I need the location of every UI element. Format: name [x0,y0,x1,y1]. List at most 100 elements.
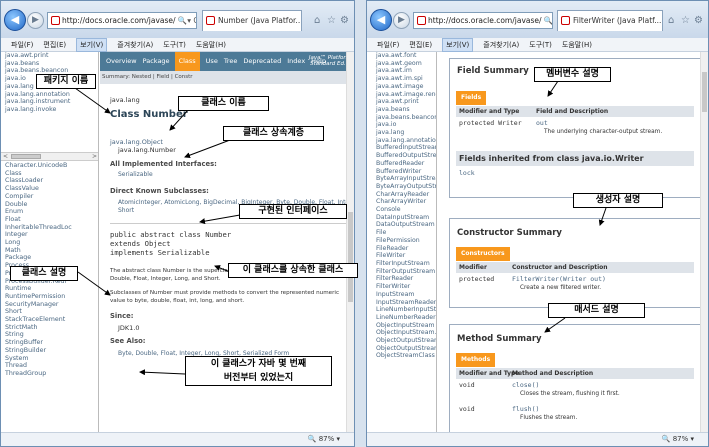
field-link[interactable]: out [536,119,548,127]
class-list-item[interactable]: FileReader [367,245,436,253]
class-list-item[interactable]: DataOutputStream [367,221,436,229]
class-list-item[interactable]: FileWriter [367,252,436,260]
class-list-item[interactable]: FilterInputStream [367,260,436,268]
class-list-item[interactable]: Math [1,247,98,255]
class-list-item[interactable]: java.awt.im [367,67,436,75]
settings-gear-icon[interactable]: ⚙ [340,15,349,26]
menu-item[interactable]: 보기(V) [76,38,108,52]
class-list-item[interactable]: SecurityManager [1,301,98,309]
all-interfaces-link[interactable]: Serializable [110,171,349,179]
menu-item[interactable]: 도구(T) [529,38,552,52]
class-list-item[interactable]: Short [1,308,98,316]
class-list-item[interactable]: ObjectStreamClass [367,352,436,360]
class-list-item[interactable]: BufferedOutputStrea [367,152,436,160]
javadoc-nav-link[interactable]: Use [206,52,218,71]
package-list-item[interactable]: java.lang.invoke [1,106,98,114]
class-list-item[interactable]: InheritableThreadLoc [1,224,98,232]
javadoc-nav-link[interactable]: Class [174,52,200,71]
class-list-item[interactable]: java.lang [367,129,436,137]
class-list-item[interactable]: ByteArrayInputStrea [367,175,436,183]
class-list-item[interactable]: Package [1,254,98,262]
class-list-item[interactable]: CharArrayReader [367,191,436,199]
javadoc-nav-link[interactable]: Deprecated [243,52,281,71]
class-list-item[interactable]: java.awt.geom [367,60,436,68]
back-button[interactable]: ◀ [4,9,26,31]
menu-item[interactable]: 도움말(H) [562,38,592,52]
forward-button[interactable]: ▶ [27,12,44,29]
home-icon[interactable]: ⌂ [314,15,320,26]
class-list-item[interactable]: ClassLoader [1,177,98,185]
class-list-item[interactable]: BufferedInputStream [367,144,436,152]
class-list-item[interactable]: ObjectInputStream.G [367,329,436,337]
class-list-item[interactable]: FilePermission [367,237,436,245]
class-list-item[interactable]: StringBuffer [1,339,98,347]
menu-item[interactable]: 편집(E) [409,38,432,52]
address-bar[interactable]: http://docs.oracle.com/javase/ 🔍▾ C [47,12,197,29]
method-link[interactable]: close() [512,381,539,389]
browser-tab[interactable]: Number (Java Platfor... [202,10,302,31]
class-list-item[interactable]: Double [1,201,98,209]
menu-item[interactable]: 파일(F) [11,38,33,52]
constructor-link[interactable]: FilterWriter(Writer out) [512,275,606,283]
class-list-item[interactable]: RuntimePermission [1,293,98,301]
class-list-item[interactable]: InputStreamReader [367,299,436,307]
package-list-item[interactable]: java.awt.print [1,52,98,60]
class-list-item[interactable]: System [1,355,98,363]
class-list-item[interactable]: Compiler [1,193,98,201]
back-button[interactable]: ◀ [370,9,392,31]
class-list-item[interactable]: Enum [1,208,98,216]
class-list-item[interactable]: java.beans.beancon [367,114,436,122]
class-list-item[interactable]: LineNumberInputStr [367,306,436,314]
horizontal-scrollbar[interactable]: < > [1,152,98,161]
class-list-item[interactable]: DataInputStream [367,214,436,222]
class-list-item[interactable]: String [1,331,98,339]
class-list-item[interactable]: Integer [1,231,98,239]
class-list-item[interactable]: ClassValue [1,185,98,193]
class-list-item[interactable]: File [367,229,436,237]
class-list-item[interactable]: Runtime [1,285,98,293]
menu-item[interactable]: 보기(V) [442,38,474,52]
forward-button[interactable]: ▶ [393,12,410,29]
menu-item[interactable]: 도움말(H) [196,38,226,52]
zoom-level[interactable]: 🔍 87% ▾ [662,433,694,446]
class-list-item[interactable]: CharArrayWriter [367,198,436,206]
method-link[interactable]: flush() [512,405,539,413]
menu-item[interactable]: 파일(F) [377,38,399,52]
class-list-item[interactable]: ByteArrayOutputStr [367,183,436,191]
class-list-item[interactable]: StrictMath [1,324,98,332]
menu-item[interactable]: 즐겨찾기(A) [117,38,153,52]
class-list-item[interactable]: FilterReader [367,275,436,283]
class-list-item[interactable]: java.awt.font [367,52,436,60]
javadoc-nav-link[interactable]: Package [143,52,170,71]
class-list-item[interactable]: java.awt.image.rend [367,91,436,99]
class-list-item[interactable]: StackTraceElement [1,316,98,324]
class-list-item[interactable]: LineNumberReader [367,314,436,322]
class-list-item[interactable]: StringBuilder [1,347,98,355]
class-list-item[interactable]: Float [1,216,98,224]
address-bar[interactable]: http://docs.oracle.com/javase/ 🔍▾ [413,12,553,29]
class-list-item[interactable]: FilterOutputStream [367,268,436,276]
class-list-item[interactable]: Class [1,170,98,178]
class-list-item[interactable]: ObjectOutputStream. [367,345,436,353]
class-list-item[interactable]: Console [367,206,436,214]
vertical-scrollbar[interactable] [346,52,354,432]
browser-tab[interactable]: FilterWriter (Java Platf... [557,10,663,31]
class-list-item[interactable]: ObjectInputStream [367,322,436,330]
package-list-item[interactable]: java.lang.instrument [1,98,98,106]
class-list-item[interactable]: java.awt.im.spi [367,75,436,83]
home-icon[interactable]: ⌂ [668,15,674,26]
class-list-item[interactable]: BufferedWriter [367,168,436,176]
class-list-item[interactable]: BufferedReader [367,160,436,168]
vertical-scrollbar[interactable] [700,52,708,432]
zoom-level[interactable]: 🔍 87% ▾ [308,433,340,446]
class-list-item[interactable]: java.awt.image [367,83,436,91]
class-list-item[interactable]: Long [1,239,98,247]
lock-link[interactable]: lock [459,169,475,177]
settings-gear-icon[interactable]: ⚙ [694,15,703,26]
package-list-item[interactable]: java.beans [1,60,98,68]
class-list-item[interactable]: java.awt.print [367,98,436,106]
class-list-item[interactable]: InputStream [367,291,436,299]
class-list-item[interactable]: ObjectOutputStream [367,337,436,345]
menu-item[interactable]: 즐겨찾기(A) [483,38,519,52]
class-list-item[interactable]: ThreadGroup [1,370,98,378]
